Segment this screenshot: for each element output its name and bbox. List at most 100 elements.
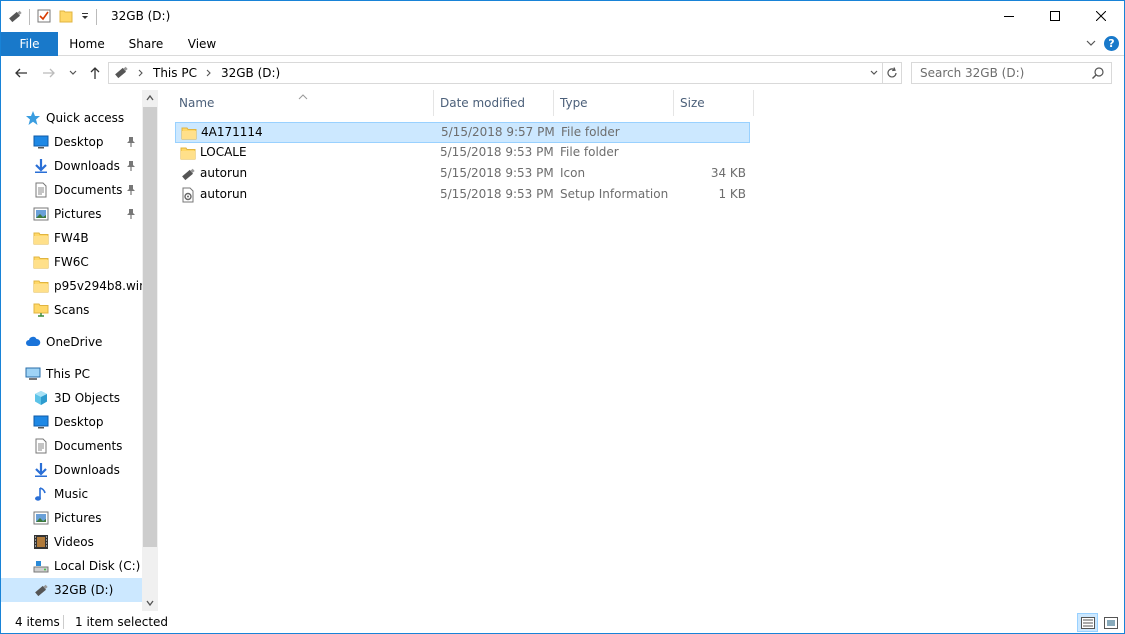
file-type: Icon [560, 166, 586, 180]
column-header-type[interactable]: Type [554, 90, 674, 116]
nav-item[interactable]: Videos [1, 530, 142, 554]
usb-drive-icon [7, 8, 23, 27]
nav-item-label: OneDrive [46, 335, 103, 349]
nav-item[interactable]: Local Disk (C:) [1, 554, 142, 578]
tab-file[interactable]: File [1, 32, 58, 56]
music-note-icon [33, 486, 49, 502]
file-list: Name Date modified Type Size 4A171114 5/1… [158, 90, 1124, 611]
minimize-button[interactable] [986, 1, 1032, 31]
local-disk-icon [33, 558, 49, 574]
nav-item[interactable]: Downloads [1, 154, 142, 178]
large-icons-view-icon [1103, 616, 1118, 629]
chevron-down-icon [870, 70, 878, 75]
file-type: Setup Information [560, 187, 669, 201]
nav-item[interactable]: Quick access [1, 106, 142, 130]
file-date: 5/15/2018 9:57 PM [441, 125, 555, 139]
search-icon[interactable] [1091, 66, 1105, 83]
tab-view[interactable]: View [176, 32, 228, 56]
chevron-right-icon[interactable] [137, 66, 145, 80]
column-header-size[interactable]: Size [674, 90, 754, 116]
film-icon [33, 534, 49, 550]
scans-folder-icon [33, 302, 49, 318]
pin-icon[interactable] [126, 160, 136, 175]
desktop-icon [33, 414, 49, 430]
back-button[interactable] [12, 64, 30, 82]
file-row[interactable]: autorun 5/15/2018 9:53 PM Setup Informatio… [175, 185, 750, 206]
nav-item[interactable]: Downloads [1, 458, 142, 482]
pin-icon[interactable] [126, 136, 136, 151]
nav-item-label: Desktop [54, 135, 104, 149]
chevron-right-icon[interactable] [205, 66, 213, 80]
file-row[interactable]: autorun 5/15/2018 9:53 PM Icon 34 KB [175, 164, 750, 185]
properties-icon[interactable] [36, 8, 52, 27]
explorer-window: 32GB (D:) File Home Share View ? This PC… [0, 0, 1125, 634]
download-icon [33, 158, 49, 174]
nav-item[interactable]: FW4B [1, 226, 142, 250]
navigation-tree: Quick access Desktop Downloads Documents Pic… [1, 90, 142, 611]
nav-item[interactable]: p95v294b8.win64 [1, 274, 142, 298]
file-name: LOCALE [200, 145, 247, 159]
nav-item[interactable]: Desktop [1, 410, 142, 434]
address-dropdown-button[interactable] [866, 63, 882, 83]
nav-item[interactable]: Music [1, 482, 142, 506]
close-button[interactable] [1078, 1, 1124, 31]
breadcrumb-this-pc[interactable]: This PC [153, 66, 197, 80]
cube-icon [33, 390, 49, 406]
tab-share[interactable]: Share [116, 32, 176, 56]
column-header-name[interactable]: Name [173, 90, 434, 116]
toolbar-divider [29, 9, 30, 25]
file-row[interactable]: 4A171114 5/15/2018 9:57 PM File folder [175, 122, 750, 143]
star-icon [25, 110, 41, 126]
navigation-pane: Quick access Desktop Downloads Documents Pic… [1, 90, 158, 611]
nav-item[interactable]: This PC [1, 362, 142, 386]
nav-item[interactable]: Pictures [1, 506, 142, 530]
tab-home[interactable]: Home [58, 32, 116, 56]
address-row: This PC 32GB (D:) [1, 56, 1124, 90]
file-row[interactable]: LOCALE 5/15/2018 9:53 PM File folder [175, 143, 750, 164]
refresh-button[interactable] [882, 62, 902, 84]
nav-item[interactable]: Documents [1, 434, 142, 458]
nav-item[interactable]: Desktop [1, 130, 142, 154]
minimize-icon [1004, 16, 1014, 17]
file-type: File folder [561, 125, 620, 139]
breadcrumb-current[interactable]: 32GB (D:) [221, 66, 280, 80]
file-name: autorun [200, 166, 248, 180]
nav-item[interactable]: FW6C [1, 250, 142, 274]
nav-item[interactable]: 32GB (D:) [1, 578, 142, 602]
nav-item-label: FW6C [54, 255, 89, 269]
scrollbar-thumb[interactable] [143, 107, 157, 547]
nav-item[interactable]: OneDrive [1, 330, 142, 354]
column-header-date[interactable]: Date modified [434, 90, 554, 116]
forward-arrow-icon [43, 68, 55, 78]
search-box[interactable] [911, 62, 1112, 84]
pin-icon[interactable] [126, 208, 136, 223]
nav-item[interactable]: 3D Objects [1, 386, 142, 410]
status-bar: 4 items 1 item selected [1, 611, 1124, 633]
pin-icon[interactable] [126, 184, 136, 199]
back-arrow-icon [15, 68, 27, 78]
status-divider [63, 615, 64, 629]
nav-item[interactable]: Documents [1, 178, 142, 202]
search-input[interactable] [912, 63, 1082, 83]
help-icon[interactable]: ? [1104, 36, 1119, 51]
recent-locations-button[interactable] [64, 64, 82, 82]
forward-button[interactable] [40, 64, 58, 82]
nav-item[interactable]: Scans [1, 298, 142, 322]
address-bar[interactable]: This PC 32GB (D:) [108, 62, 883, 84]
nav-scrollbar[interactable] [142, 90, 158, 611]
nav-item-label: Local Disk (C:) [54, 559, 141, 573]
file-size: 1 KB [718, 187, 746, 201]
maximize-button[interactable] [1032, 1, 1078, 31]
nav-item-label: Documents [54, 439, 123, 453]
large-icons-view-button[interactable] [1100, 613, 1121, 632]
nav-item[interactable]: Pictures [1, 202, 142, 226]
customize-toolbar-dropdown-icon[interactable] [80, 10, 90, 24]
details-view-button[interactable] [1077, 613, 1098, 632]
scroll-down-icon[interactable] [142, 595, 158, 611]
scroll-up-icon[interactable] [142, 90, 158, 106]
nav-item-label: Quick access [46, 111, 125, 125]
new-folder-icon[interactable] [58, 8, 74, 27]
expand-ribbon-icon[interactable] [1085, 37, 1097, 52]
pictures-icon [33, 206, 49, 222]
up-button[interactable] [86, 64, 104, 82]
